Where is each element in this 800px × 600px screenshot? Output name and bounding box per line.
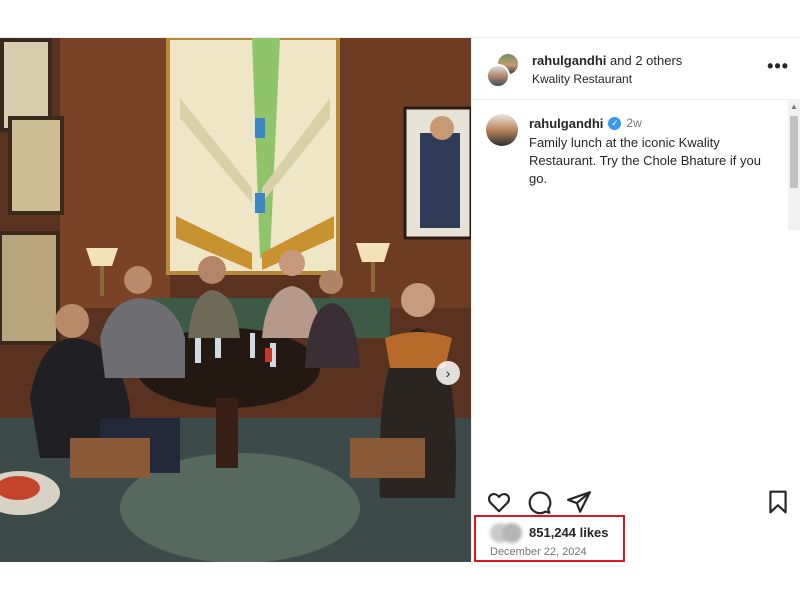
header-username[interactable]: rahulgandhi	[532, 53, 606, 68]
scroll-up-arrow-icon[interactable]: ▲	[790, 102, 798, 111]
restaurant-photo-illustration	[0, 38, 471, 562]
post-header: rahulgandhi and 2 others Kwality Restaur…	[472, 38, 800, 100]
avatar	[502, 523, 522, 543]
liker-avatars-blurred[interactable]	[490, 523, 526, 543]
share-icon[interactable]	[566, 489, 592, 515]
more-horizontal-icon[interactable]: •••	[767, 56, 789, 77]
likes-highlight-box: 851,244 likes December 22, 2024	[474, 515, 625, 562]
page-top-strip	[0, 0, 800, 38]
avatar	[486, 64, 510, 88]
caption-text: Family lunch at the iconic Kwality Resta…	[529, 135, 761, 186]
header-collab-text[interactable]: and 2 others	[610, 53, 682, 68]
post-photo[interactable]: ›	[0, 38, 471, 562]
comments-scrollbar[interactable]: ▲	[788, 100, 800, 230]
next-image-arrow-icon[interactable]: ›	[436, 361, 460, 385]
post-caption: rahulgandhi ✓ 2w Family lunch at the ico…	[486, 114, 776, 188]
header-accounts[interactable]: rahulgandhi and 2 others	[532, 53, 682, 68]
caption-username[interactable]: rahulgandhi	[529, 116, 603, 131]
scroll-thumb[interactable]	[790, 116, 798, 188]
likes-count[interactable]: 851,244 likes	[529, 525, 609, 540]
heart-icon[interactable]	[486, 489, 512, 515]
post-details-panel: rahulgandhi and 2 others Kwality Restaur…	[471, 38, 800, 562]
verified-badge-icon: ✓	[608, 116, 622, 130]
collab-avatars[interactable]	[486, 52, 522, 88]
post-date[interactable]: December 22, 2024	[490, 546, 587, 558]
bookmark-icon[interactable]	[765, 489, 791, 515]
post-actions	[486, 489, 791, 515]
comment-icon[interactable]	[526, 489, 552, 515]
avatar[interactable]	[486, 114, 518, 146]
caption-time[interactable]: 2w	[626, 116, 641, 130]
header-location[interactable]: Kwality Restaurant	[532, 72, 632, 86]
